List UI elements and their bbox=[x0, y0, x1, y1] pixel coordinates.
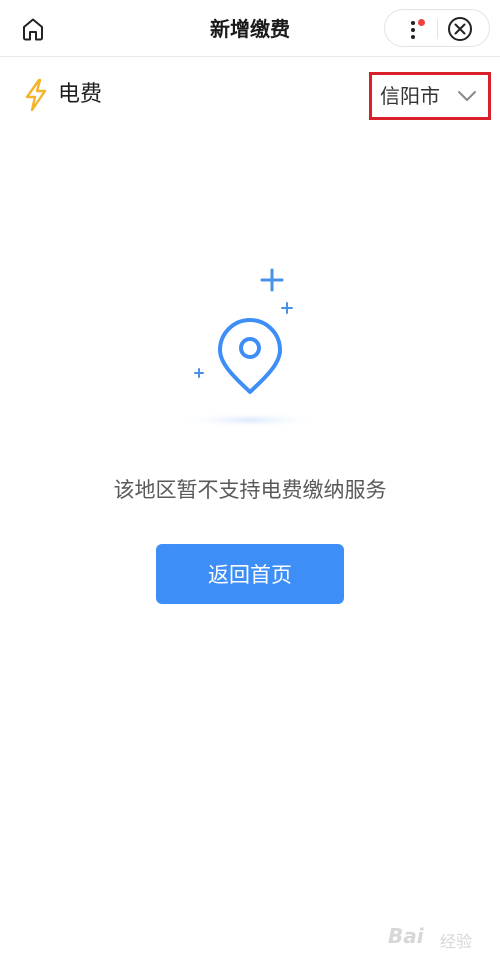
watermark: Bai 经验 bbox=[388, 916, 488, 956]
location-pin-icon bbox=[178, 268, 322, 428]
more-button[interactable] bbox=[397, 14, 429, 44]
chevron-down-icon bbox=[458, 91, 476, 101]
close-circle-icon bbox=[448, 17, 472, 41]
bill-type-label: 电费 bbox=[58, 82, 103, 107]
close-button[interactable] bbox=[447, 16, 473, 42]
more-dot bbox=[411, 28, 415, 32]
mini-program-capsule bbox=[384, 9, 490, 47]
city-selector[interactable]: 信阳市 bbox=[369, 72, 491, 120]
nav-header: 新增缴费 bbox=[0, 0, 500, 57]
watermark-text: Bai bbox=[388, 924, 424, 948]
capsule-divider bbox=[437, 19, 438, 39]
more-dot bbox=[411, 35, 415, 39]
home-button[interactable] bbox=[18, 14, 48, 44]
more-vertical-icon bbox=[411, 21, 415, 25]
home-icon bbox=[23, 18, 43, 41]
return-home-button[interactable]: 返回首页 bbox=[156, 544, 344, 604]
bill-type-row: 电费 信阳市 bbox=[0, 56, 500, 136]
lightning-bolt-icon bbox=[25, 78, 47, 112]
page: 新增缴费 电费 信阳市 该地区暂不支持电费缴纳服务 返回首页 Bai 经验 bbox=[0, 0, 500, 970]
notification-dot bbox=[418, 19, 425, 26]
unsupported-message: 该地区暂不支持电费缴纳服务 bbox=[113, 478, 387, 502]
watermark-text: 经验 bbox=[440, 932, 473, 951]
city-label: 信阳市 bbox=[380, 84, 440, 108]
